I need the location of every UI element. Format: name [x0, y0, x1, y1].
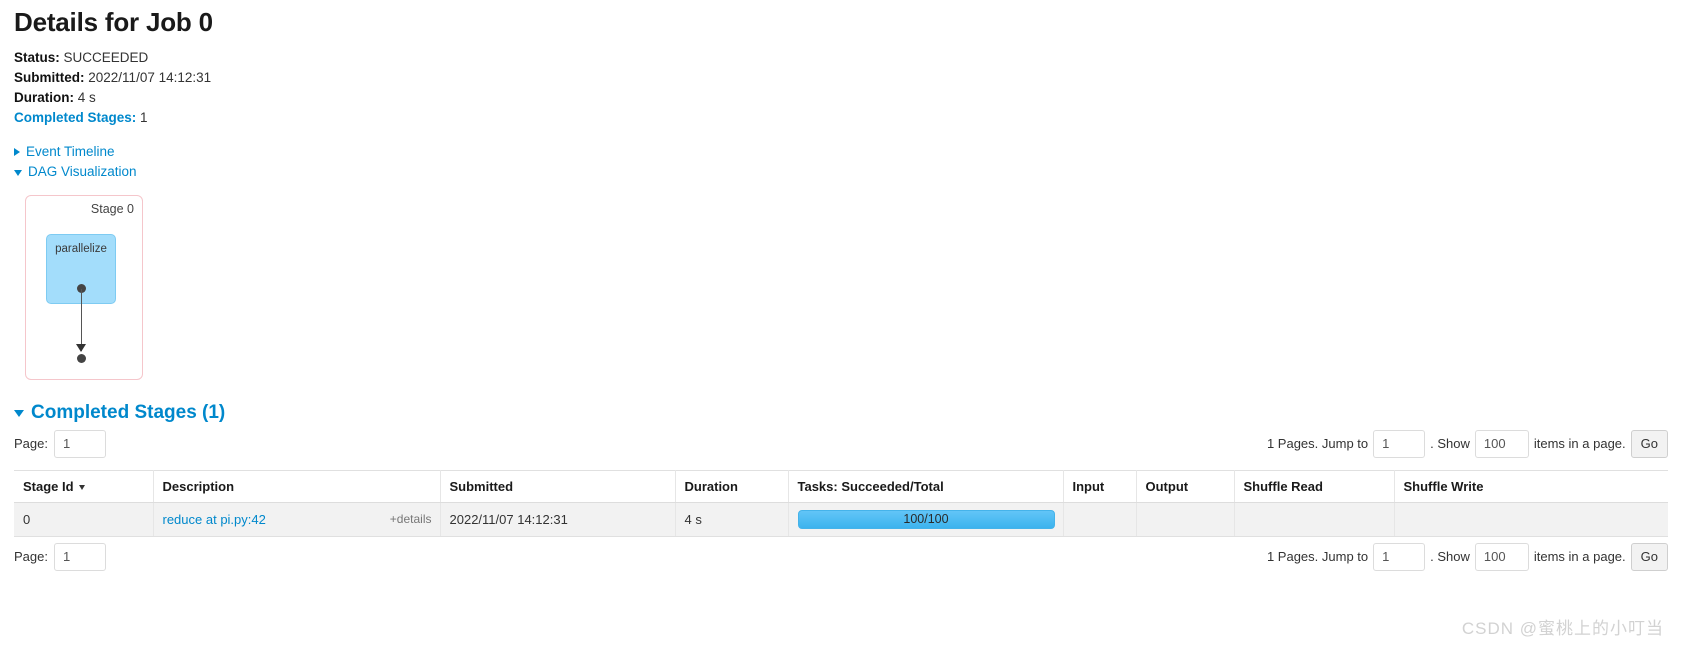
dag-visualization-label: DAG Visualization — [28, 163, 137, 179]
page-size-input-top[interactable] — [1474, 429, 1529, 458]
duration-line: Duration: 4 s — [14, 88, 1668, 108]
submitted-label: Submitted: — [14, 69, 85, 85]
status-line: Status: SUCCEEDED — [14, 48, 1668, 68]
cell-submitted: 2022/11/07 14:12:31 — [440, 502, 676, 537]
cell-tasks: 100/100 — [788, 502, 1064, 537]
details-toggle-link[interactable]: +details — [390, 512, 432, 526]
items-text-bottom: items in a page. — [1533, 549, 1626, 565]
show-label-bottom: . Show — [1430, 549, 1470, 565]
go-button-top[interactable]: Go — [1630, 429, 1668, 458]
pages-text-top: 1 Pages. Jump to — [1266, 436, 1369, 452]
column-header-description[interactable]: Description — [153, 469, 441, 503]
table-row: 0 reduce at pi.py:42 +details 2022/11/07… — [14, 502, 1668, 537]
page-label: Page: — [14, 436, 48, 452]
cell-shuffle-write — [1394, 502, 1668, 537]
chevron-right-icon — [14, 147, 20, 156]
page-indicator-bottom: Page: — [14, 542, 106, 571]
column-label: Shuffle Read — [1243, 478, 1323, 494]
submitted-line: Submitted: 2022/11/07 14:12:31 — [14, 68, 1668, 88]
dag-edge-line — [80, 288, 82, 351]
column-label: Tasks: Succeeded/Total — [797, 478, 944, 494]
dag-visualization-toggle[interactable]: DAG Visualization — [14, 162, 1668, 182]
submitted-value: 2022/11/07 14:12:31 — [88, 69, 212, 85]
jump-to-input-top[interactable] — [1373, 429, 1426, 458]
pagination-controls-bottom: 1 Pages. Jump to . Show items in a page.… — [1266, 542, 1668, 571]
collapsible-toggles: Event Timeline DAG Visualization — [14, 142, 1668, 182]
cell-description: reduce at pi.py:42 +details — [153, 502, 441, 537]
column-label: Output — [1145, 478, 1189, 494]
chevron-down-icon — [14, 169, 22, 176]
column-label: Stage Id — [23, 478, 74, 494]
status-label: Status: — [14, 49, 60, 65]
dag-node-dot-target — [76, 353, 86, 363]
dag-stage-label: Stage 0 — [90, 201, 134, 216]
cell-shuffle-read — [1234, 502, 1395, 537]
column-header-shuffle-write[interactable]: Shuffle Write — [1394, 469, 1668, 503]
pagination-controls-top: 1 Pages. Jump to . Show items in a page.… — [1266, 429, 1668, 458]
duration-value: 4 s — [77, 89, 96, 105]
column-label: Duration — [684, 478, 738, 494]
sort-desc-icon — [78, 484, 85, 490]
table-header-row: Stage Id Description Submitted Duration … — [14, 469, 1668, 503]
column-header-tasks[interactable]: Tasks: Succeeded/Total — [788, 469, 1064, 503]
tasks-progress-bar: 100/100 — [797, 509, 1055, 529]
pages-text-bottom: 1 Pages. Jump to — [1266, 549, 1369, 565]
status-value: SUCCEEDED — [63, 49, 149, 65]
page-input-bottom[interactable] — [53, 542, 106, 571]
completed-stages-line: Completed Stages: 1 — [14, 108, 1668, 128]
event-timeline-label: Event Timeline — [26, 143, 115, 159]
page-label: Page: — [14, 549, 48, 565]
page-indicator-top: Page: — [14, 429, 106, 458]
job-metadata: Status: SUCCEEDED Submitted: 2022/11/07 … — [14, 48, 1668, 128]
column-label: Input — [1072, 478, 1105, 494]
cell-output — [1136, 502, 1235, 537]
column-label: Shuffle Write — [1403, 478, 1484, 494]
completed-stages-section-toggle[interactable]: Completed Stages (1) — [14, 402, 1668, 424]
cell-stage-id: 0 — [14, 502, 154, 537]
column-label: Description — [162, 478, 235, 494]
page-size-input-bottom[interactable] — [1474, 542, 1529, 571]
csdn-watermark: CSDN @蜜桃上的小叮当 — [1461, 619, 1664, 638]
cell-duration: 4 s — [675, 502, 789, 537]
dag-visualization-panel: Stage 0 parallelize — [25, 194, 1668, 380]
completed-stages-value: 1 — [140, 109, 148, 125]
stage-description-link[interactable]: reduce at pi.py:42 — [163, 512, 266, 527]
pagination-top: Page: 1 Pages. Jump to . Show items in a… — [14, 429, 1668, 466]
column-header-duration[interactable]: Duration — [675, 469, 789, 503]
duration-label: Duration: — [14, 89, 74, 105]
column-header-shuffle-read[interactable]: Shuffle Read — [1234, 469, 1395, 503]
show-label-top: . Show — [1430, 436, 1470, 452]
column-label: Submitted — [449, 478, 514, 494]
page-title: Details for Job 0 — [14, 7, 213, 37]
column-header-output[interactable]: Output — [1136, 469, 1235, 503]
go-button-bottom[interactable]: Go — [1630, 542, 1668, 571]
cell-input — [1063, 502, 1137, 537]
dag-edge-arrow-icon — [76, 343, 86, 352]
column-header-input[interactable]: Input — [1063, 469, 1137, 503]
completed-stages-table: Stage Id Description Submitted Duration … — [14, 469, 1668, 537]
pagination-bottom: Page: 1 Pages. Jump to . Show items in a… — [14, 542, 1668, 579]
completed-stages-heading: Completed Stages (1) — [31, 401, 226, 423]
items-text-top: items in a page. — [1533, 436, 1626, 452]
column-header-submitted[interactable]: Submitted — [440, 469, 676, 503]
page-input-top[interactable] — [53, 429, 106, 458]
spark-job-details-page: Details for Job 0 Status: SUCCEEDED Subm… — [0, 0, 1682, 647]
completed-stages-label[interactable]: Completed Stages: — [14, 110, 136, 125]
tasks-progress-label: 100/100 — [903, 511, 949, 526]
chevron-down-icon — [14, 410, 24, 418]
dag-stage-box[interactable]: Stage 0 parallelize — [25, 194, 143, 380]
jump-to-input-bottom[interactable] — [1373, 542, 1426, 571]
event-timeline-toggle[interactable]: Event Timeline — [14, 142, 1668, 162]
column-header-stage-id[interactable]: Stage Id — [14, 469, 154, 503]
dag-rdd-node-label: parallelize — [55, 242, 107, 255]
